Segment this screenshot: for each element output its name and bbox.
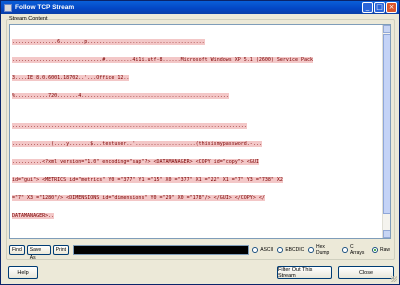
stream-line: DATAMANAGER>.. — [12, 213, 55, 219]
follow-tcp-stream-window: Follow TCP Stream _ □ × Stream Content .… — [0, 0, 400, 285]
stream-text: ...............6........p...............… — [12, 27, 382, 231]
stream-line: ...............6........p...............… — [12, 39, 205, 45]
radio-ebcdic[interactable]: EBCDIC — [277, 247, 304, 253]
radio-raw[interactable]: Raw — [371, 247, 390, 253]
title-bar[interactable]: Follow TCP Stream _ □ × — [1, 1, 399, 14]
find-button[interactable]: Find — [9, 245, 25, 255]
stream-line: .............(....y.......$...testuser..… — [12, 141, 262, 147]
stream-line: id="gui"> <METRICS id="metrics" Y0 ="377… — [12, 177, 283, 183]
filter-out-stream-button[interactable]: Filter Out This Stream — [277, 266, 332, 279]
radio-button-icon[interactable] — [342, 247, 348, 253]
radio-c-arrays[interactable]: C Arrays — [342, 244, 368, 256]
stream-line: ="7" X3 ="1280"/> <DIMENSIONS id="dimens… — [12, 195, 265, 201]
help-button[interactable]: Help — [8, 266, 38, 279]
stream-content-area[interactable]: ...............6........p...............… — [9, 24, 391, 239]
minimize-icon[interactable]: _ — [362, 2, 373, 13]
radio-button-icon[interactable] — [308, 247, 314, 253]
resize-grip-icon[interactable] — [391, 276, 397, 282]
stream-line: ..........<?xml version="1.0" encoding="… — [12, 159, 259, 165]
vertical-scrollbar[interactable] — [382, 25, 390, 238]
stream-line: ........................................… — [12, 123, 247, 129]
print-button[interactable]: Print — [52, 245, 69, 255]
encoding-radio-group: ASCII EBCDIC Hex Dump C Arrays Raw — [252, 244, 394, 256]
maximize-icon[interactable]: □ — [374, 2, 385, 13]
window-title: Follow TCP Stream — [15, 4, 75, 11]
scroll-up-icon[interactable] — [383, 25, 390, 33]
stream-line: 3....IE 8.0.6001.18702..'...Office 12.. — [12, 75, 130, 81]
search-input[interactable] — [72, 245, 250, 255]
radio-button-icon[interactable] — [252, 247, 259, 253]
stream-line: %...........720.......4.................… — [12, 93, 229, 99]
scroll-down-icon[interactable] — [383, 230, 390, 238]
scroll-thumb[interactable] — [383, 34, 390, 214]
radio-button-icon[interactable] — [371, 247, 378, 253]
radio-hex-dump[interactable]: Hex Dump — [308, 244, 338, 256]
close-button[interactable]: Close — [338, 266, 394, 279]
stream-line: ..............................#.........… — [12, 57, 314, 63]
controls-row: Find Save As Print ASCII EBCDIC Hex Dump… — [9, 244, 394, 261]
app-icon — [4, 3, 12, 12]
radio-button-icon[interactable] — [277, 247, 284, 253]
save-as-button[interactable]: Save As — [26, 245, 51, 261]
close-icon[interactable]: × — [386, 2, 397, 13]
radio-ascii[interactable]: ASCII — [252, 247, 273, 253]
stream-content-label: Stream Content — [9, 16, 48, 22]
window-buttons: _ □ × — [362, 2, 397, 13]
